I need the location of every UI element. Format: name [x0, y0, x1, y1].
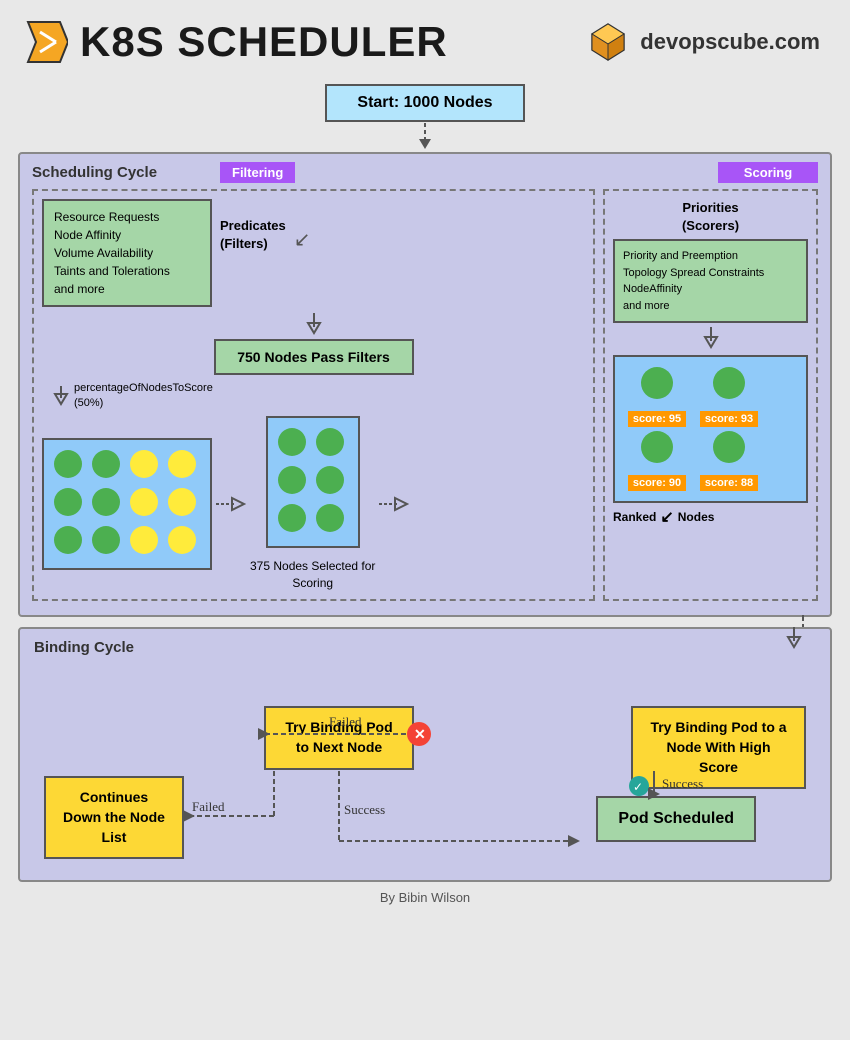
node-dot [316, 504, 344, 532]
start-box-wrapper: Start: 1000 Nodes [0, 84, 850, 122]
arrow-right-2 [379, 494, 409, 514]
arrow-percent-down [52, 386, 70, 406]
scoring-badge: Scoring [718, 162, 818, 183]
left-dashed-box: Resource Requests Node Affinity Volume A… [32, 189, 595, 601]
scorer-line-4: and more [623, 298, 798, 315]
percentage-label: percentageOfNodesToScore(50%) [74, 381, 213, 412]
score-badge-95: score: 95 [628, 411, 686, 427]
node-dot-93 [713, 367, 745, 399]
arrow-scorer-down [701, 327, 721, 349]
svg-text:✓: ✓ [633, 780, 643, 794]
node-dot [168, 488, 196, 516]
svg-text:Failed: Failed [192, 799, 225, 814]
svg-text:Failed: Failed [329, 714, 362, 729]
arrow-start-down [415, 123, 435, 151]
predicates-label: Predicates(Filters) [220, 217, 286, 253]
scorer-line-2: Topology Spread Constraints [623, 265, 798, 282]
footer: By Bibin Wilson [0, 890, 850, 905]
scheduling-cycle-label: Scheduling Cycle [32, 164, 818, 181]
node-dot [92, 488, 120, 516]
binding-arrows-svg: Failed ✕ Failed Success Success ✓ [34, 666, 816, 866]
nodes-selected-label: 375 Nodes Selected forScoring [250, 558, 375, 592]
node-dot [130, 488, 158, 516]
node-dot [168, 450, 196, 478]
node-dot [130, 526, 158, 554]
svg-text:✕: ✕ [414, 726, 426, 742]
node-dot [278, 428, 306, 456]
node-dot [54, 450, 82, 478]
node-dot [92, 450, 120, 478]
site-name: devopscube.com [640, 29, 820, 55]
node-dot-95 [641, 367, 673, 399]
mid-node-grid [266, 416, 360, 548]
node-dot [54, 488, 82, 516]
node-dot [168, 526, 196, 554]
scorer-box: Priority and Preemption Topology Spread … [613, 239, 808, 323]
scored-cell-95: score: 95 [623, 367, 691, 427]
chevron-icon [20, 18, 68, 66]
filter-line-1: Resource Requests [54, 208, 200, 226]
svg-text:Success: Success [344, 802, 385, 817]
footer-text: By Bibin Wilson [380, 890, 470, 905]
node-dot [316, 428, 344, 456]
filter-line-3: Volume Availability [54, 244, 200, 262]
scorer-line-3: NodeAffinity [623, 281, 798, 298]
svg-text:Success: Success [662, 776, 703, 791]
node-dot-88 [713, 431, 745, 463]
page-title: K8S SCHEDULER [80, 18, 448, 66]
cube-icon [586, 20, 630, 64]
score-badge-88: score: 88 [700, 475, 758, 491]
main-node-grid [42, 438, 212, 570]
filter-line-2: Node Affinity [54, 226, 200, 244]
priorities-label: Priorities(Scorers) [613, 199, 808, 235]
start-box: Start: 1000 Nodes [325, 84, 524, 122]
node-dot [316, 466, 344, 494]
scorer-line-1: Priority and Preemption [623, 248, 798, 265]
right-dashed-box: Priorities(Scorers) Priority and Preempt… [603, 189, 818, 601]
node-dot [278, 504, 306, 532]
score-badge-93: score: 93 [700, 411, 758, 427]
filter-line-5: and more [54, 280, 200, 298]
arrow-predicates: ↙ [294, 227, 311, 252]
arrow-filter-down [304, 313, 324, 335]
node-dot [54, 526, 82, 554]
header-left: K8S SCHEDULER [20, 18, 448, 66]
arrow-right-1 [216, 494, 246, 514]
sc-layout: Resource Requests Node Affinity Volume A… [32, 189, 818, 601]
scored-cell-93: score: 93 [695, 367, 763, 427]
scored-grid: score: 95 score: 93 score: 90 score: 88 [613, 355, 808, 503]
scored-cell-88: score: 88 [695, 431, 763, 491]
node-dot [130, 450, 158, 478]
binding-layout: Continues Down the Node List Try Binding… [34, 666, 816, 866]
binding-cycle-label: Binding Cycle [34, 639, 816, 656]
filtering-badge: Filtering [220, 162, 295, 183]
scheduling-cycle: Scheduling Cycle Filtering Scoring Resou… [18, 152, 832, 617]
node-dot-90 [641, 431, 673, 463]
binding-cycle: Binding Cycle Continues Down the Node Li… [18, 627, 832, 882]
nodes-pass-box: 750 Nodes Pass Filters [214, 339, 414, 375]
header-right: devopscube.com [586, 20, 820, 64]
node-dot [278, 466, 306, 494]
arrow-into-binding [784, 627, 804, 649]
ranked-nodes-label: Ranked ↙ Nodes [613, 507, 808, 527]
filter-box: Resource Requests Node Affinity Volume A… [42, 199, 212, 307]
node-dot [92, 526, 120, 554]
filter-line-4: Taints and Tolerations [54, 262, 200, 280]
header: K8S SCHEDULER devopscube.com [0, 0, 850, 76]
scored-cell-90: score: 90 [623, 431, 691, 491]
score-badge-90: score: 90 [628, 475, 686, 491]
